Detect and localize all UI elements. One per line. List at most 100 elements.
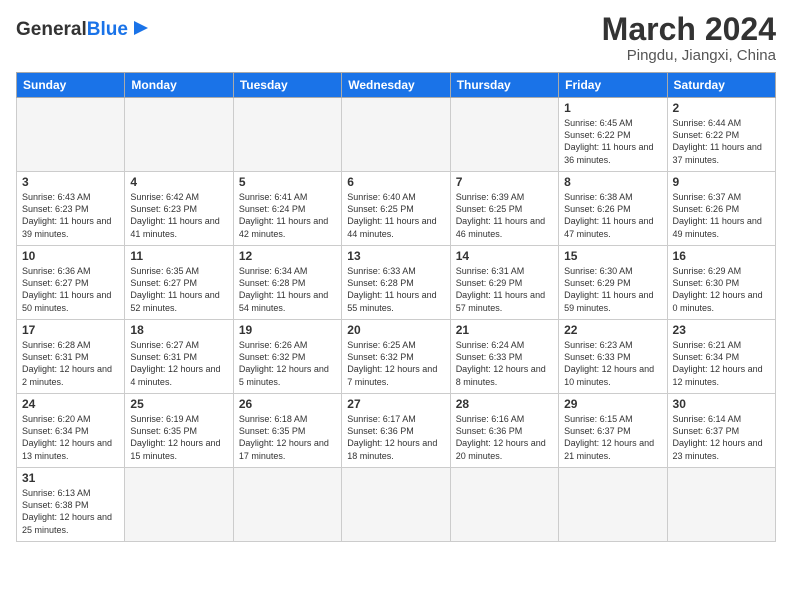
calendar-cell: 8Sunrise: 6:38 AM Sunset: 6:26 PM Daylig… (559, 172, 667, 246)
calendar-cell (559, 468, 667, 542)
calendar-subtitle: Pingdu, Jiangxi, China (602, 47, 776, 64)
calendar-cell (667, 468, 775, 542)
calendar-cell: 3 Sunrise: 6:43 AM Sunset: 6:23 PM Daylig… (17, 172, 125, 246)
day-info: Sunrise: 6:36 AM Sunset: 6:27 PM Dayligh… (22, 265, 119, 314)
col-header-wednesday: Wednesday (342, 73, 450, 98)
day-info: Sunrise: 6:24 AM Sunset: 6:33 PM Dayligh… (456, 339, 553, 388)
col-header-saturday: Saturday (667, 73, 775, 98)
calendar-cell (450, 468, 558, 542)
day-info: Sunrise: 6:42 AM Sunset: 6:23 PM Dayligh… (130, 191, 227, 240)
calendar-cell: 7Sunrise: 6:39 AM Sunset: 6:25 PM Daylig… (450, 172, 558, 246)
logo-blue: Blue (87, 19, 128, 40)
day-number: 6 (347, 175, 444, 189)
day-info: Sunrise: 6:40 AM Sunset: 6:25 PM Dayligh… (347, 191, 444, 240)
calendar-cell: 10 Sunrise: 6:36 AM Sunset: 6:27 PM Dayli… (17, 246, 125, 320)
day-number: 26 (239, 397, 336, 411)
col-header-friday: Friday (559, 73, 667, 98)
day-number: 20 (347, 323, 444, 337)
col-header-sunday: Sunday (17, 73, 125, 98)
calendar-cell: 11 Sunrise: 6:35 AM Sunset: 6:27 PM Dayli… (125, 246, 233, 320)
day-info: Sunrise: 6:17 AM Sunset: 6:36 PM Dayligh… (347, 413, 444, 462)
calendar-cell: 17 Sunrise: 6:28 AM Sunset: 6:31 PM Dayli… (17, 320, 125, 394)
calendar-cell (233, 468, 341, 542)
day-info: Sunrise: 6:26 AM Sunset: 6:32 PM Dayligh… (239, 339, 336, 388)
col-header-thursday: Thursday (450, 73, 558, 98)
calendar-cell: 22 Sunrise: 6:23 AM Sunset: 6:33 PM Dayli… (559, 320, 667, 394)
calendar-cell (125, 468, 233, 542)
day-number: 14 (456, 249, 553, 263)
day-info: Sunrise: 6:15 AM Sunset: 6:37 PM Dayligh… (564, 413, 661, 462)
day-info: Sunrise: 6:35 AM Sunset: 6:27 PM Dayligh… (130, 265, 227, 314)
calendar-page: GeneralBlue March 2024 Pingdu, Jiangxi, … (0, 0, 792, 612)
day-info: Sunrise: 6:29 AM Sunset: 6:30 PM Dayligh… (673, 265, 770, 314)
header: GeneralBlue March 2024 Pingdu, Jiangxi, … (16, 12, 776, 64)
day-info: Sunrise: 6:23 AM Sunset: 6:33 PM Dayligh… (564, 339, 661, 388)
calendar-cell: 5Sunrise: 6:41 AM Sunset: 6:24 PM Daylig… (233, 172, 341, 246)
day-number: 10 (22, 249, 119, 263)
day-number: 2 (673, 101, 770, 115)
day-info: Sunrise: 6:34 AM Sunset: 6:28 PM Dayligh… (239, 265, 336, 314)
col-header-tuesday: Tuesday (233, 73, 341, 98)
day-number: 25 (130, 397, 227, 411)
calendar-cell: 15 Sunrise: 6:30 AM Sunset: 6:29 PM Dayli… (559, 246, 667, 320)
calendar-cell: 19 Sunrise: 6:26 AM Sunset: 6:32 PM Dayli… (233, 320, 341, 394)
day-number: 19 (239, 323, 336, 337)
day-number: 28 (456, 397, 553, 411)
calendar-cell: 30Sunrise: 6:14 AM Sunset: 6:37 PM Dayli… (667, 394, 775, 468)
day-number: 30 (673, 397, 770, 411)
day-number: 27 (347, 397, 444, 411)
calendar-cell (450, 98, 558, 172)
day-number: 9 (673, 175, 770, 189)
logo-triangle-icon (132, 19, 150, 37)
calendar-cell: 27 Sunrise: 6:17 AM Sunset: 6:36 PM Dayli… (342, 394, 450, 468)
calendar-cell (17, 98, 125, 172)
day-number: 24 (22, 397, 119, 411)
day-number: 3 (22, 175, 119, 189)
day-number: 16 (673, 249, 770, 263)
calendar-cell: 20 Sunrise: 6:25 AM Sunset: 6:32 PM Dayli… (342, 320, 450, 394)
calendar-week-row: 17 Sunrise: 6:28 AM Sunset: 6:31 PM Dayli… (17, 320, 776, 394)
day-info: Sunrise: 6:28 AM Sunset: 6:31 PM Dayligh… (22, 339, 119, 388)
day-info: Sunrise: 6:33 AM Sunset: 6:28 PM Dayligh… (347, 265, 444, 314)
day-number: 12 (239, 249, 336, 263)
day-number: 17 (22, 323, 119, 337)
calendar-cell (342, 468, 450, 542)
calendar-cell (125, 98, 233, 172)
calendar-cell: 14 Sunrise: 6:31 AM Sunset: 6:29 PM Dayli… (450, 246, 558, 320)
calendar-cell (233, 98, 341, 172)
calendar-week-row: 1 Sunrise: 6:45 AM Sunset: 6:22 PM Daylig… (17, 98, 776, 172)
day-info: Sunrise: 6:39 AM Sunset: 6:25 PM Dayligh… (456, 191, 553, 240)
day-info: Sunrise: 6:27 AM Sunset: 6:31 PM Dayligh… (130, 339, 227, 388)
calendar-cell: 31Sunrise: 6:13 AM Sunset: 6:38 PM Dayli… (17, 468, 125, 542)
day-number: 4 (130, 175, 227, 189)
day-info: Sunrise: 6:21 AM Sunset: 6:34 PM Dayligh… (673, 339, 770, 388)
day-number: 11 (130, 249, 227, 263)
day-number: 23 (673, 323, 770, 337)
calendar-week-row: 10 Sunrise: 6:36 AM Sunset: 6:27 PM Dayli… (17, 246, 776, 320)
day-info: Sunrise: 6:38 AM Sunset: 6:26 PM Dayligh… (564, 191, 661, 240)
calendar-cell: 29Sunrise: 6:15 AM Sunset: 6:37 PM Dayli… (559, 394, 667, 468)
calendar-cell (342, 98, 450, 172)
day-number: 5 (239, 175, 336, 189)
day-number: 15 (564, 249, 661, 263)
calendar-cell: 12 Sunrise: 6:34 AM Sunset: 6:28 PM Dayli… (233, 246, 341, 320)
day-number: 18 (130, 323, 227, 337)
calendar-cell: 25Sunrise: 6:19 AM Sunset: 6:35 PM Dayli… (125, 394, 233, 468)
calendar-header-row: SundayMondayTuesdayWednesdayThursdayFrid… (17, 73, 776, 98)
calendar-cell: 6 Sunrise: 6:40 AM Sunset: 6:25 PM Daylig… (342, 172, 450, 246)
day-number: 1 (564, 101, 661, 115)
day-info: Sunrise: 6:45 AM Sunset: 6:22 PM Dayligh… (564, 117, 661, 166)
day-number: 22 (564, 323, 661, 337)
day-info: Sunrise: 6:31 AM Sunset: 6:29 PM Dayligh… (456, 265, 553, 314)
calendar-week-row: 24Sunrise: 6:20 AM Sunset: 6:34 PM Dayli… (17, 394, 776, 468)
calendar-cell: 2Sunrise: 6:44 AM Sunset: 6:22 PM Daylig… (667, 98, 775, 172)
logo: GeneralBlue (16, 16, 150, 42)
calendar-cell: 4 Sunrise: 6:42 AM Sunset: 6:23 PM Daylig… (125, 172, 233, 246)
calendar-title: March 2024 (602, 12, 776, 47)
calendar-cell: 26Sunrise: 6:18 AM Sunset: 6:35 PM Dayli… (233, 394, 341, 468)
day-info: Sunrise: 6:43 AM Sunset: 6:23 PM Dayligh… (22, 191, 119, 240)
calendar-cell: 23 Sunrise: 6:21 AM Sunset: 6:34 PM Dayli… (667, 320, 775, 394)
day-info: Sunrise: 6:30 AM Sunset: 6:29 PM Dayligh… (564, 265, 661, 314)
calendar-cell: 21Sunrise: 6:24 AM Sunset: 6:33 PM Dayli… (450, 320, 558, 394)
day-info: Sunrise: 6:25 AM Sunset: 6:32 PM Dayligh… (347, 339, 444, 388)
